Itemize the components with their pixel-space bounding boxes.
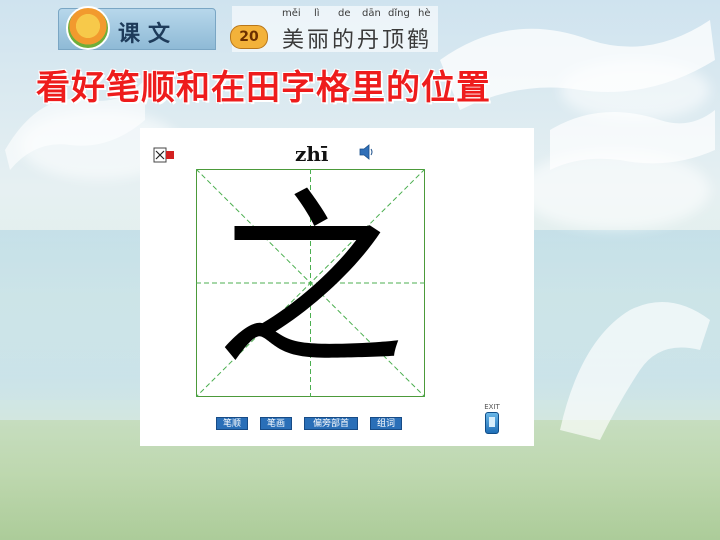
strokes-button[interactable]: 笔画 — [260, 417, 292, 430]
practice-character: 之 — [215, 172, 406, 393]
lesson-number: 20 — [230, 25, 268, 49]
character-viewer-panel: zhī 之 笔顺 笔画 偏旁部首 组词 EXIT — [140, 128, 534, 446]
character-pinyin: zhī — [295, 142, 329, 166]
crane-illustration — [560, 302, 710, 440]
lesson-title: 美丽的丹顶鹤 — [282, 28, 433, 53]
instruction-heading: 看好笔顺和在田字格里的位置 — [36, 68, 491, 108]
stroke-order-button[interactable]: 笔顺 — [216, 417, 248, 430]
pinyin-syllable: de — [338, 8, 351, 19]
pinyin-syllable: lì — [314, 8, 320, 19]
word-building-button[interactable]: 组词 — [370, 417, 402, 430]
close-icon[interactable] — [153, 146, 175, 164]
pinyin-syllable: měi — [282, 8, 301, 19]
flower-logo-icon — [66, 6, 110, 50]
radical-button[interactable]: 偏旁部首 — [304, 417, 358, 430]
speaker-icon[interactable] — [358, 143, 374, 161]
exit-icon — [485, 412, 499, 434]
tianzige-grid: 之 — [196, 169, 425, 397]
pinyin-syllable: hè — [418, 8, 431, 19]
exit-label: EXIT — [484, 403, 500, 411]
exit-button[interactable]: EXIT — [483, 403, 501, 435]
lesson-label: 课文 — [118, 22, 179, 47]
pinyin-syllable: dǐng — [388, 8, 410, 19]
pinyin-syllable: dān — [362, 8, 381, 19]
